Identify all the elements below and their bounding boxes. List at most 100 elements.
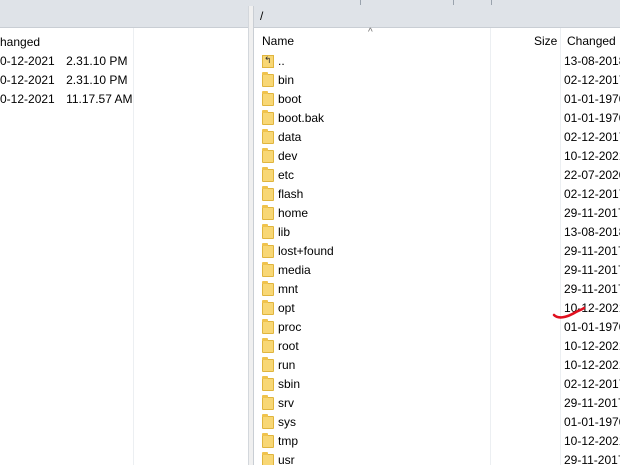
column-name-header[interactable]: Name <box>262 34 294 48</box>
folder-icon <box>262 186 274 201</box>
file-name: data <box>278 130 302 144</box>
file-list-row[interactable]: etc 22-07-2020 <box>254 166 620 185</box>
local-file-row[interactable]: 0-12-2021 11.17.57 AM <box>0 90 133 109</box>
file-list-row[interactable]: srv 29-11-2017 <box>254 394 620 413</box>
file-list-row[interactable]: sbin 02-12-2017 <box>254 375 620 394</box>
file-changed-date: 01-01-1970 <box>564 320 620 334</box>
folder-icon <box>262 91 274 106</box>
file-list-row[interactable]: ↰.. 13-08-2018 <box>254 52 620 71</box>
file-name: lib <box>278 225 291 239</box>
folder-icon <box>262 414 274 429</box>
file-changed-date: 29-11-2017 <box>564 453 620 465</box>
red-checkmark-annotation <box>552 306 586 319</box>
file-name: tmp <box>278 434 299 448</box>
file-changed-date: 02-12-2017 <box>564 377 620 391</box>
file-changed-date: 13-08-2018 <box>564 54 620 68</box>
file-changed-date: 29-11-2017 <box>564 244 620 258</box>
file-list-row[interactable]: run 10-12-2021 <box>254 356 620 375</box>
file-name: home <box>278 206 309 220</box>
file-changed-date: 29-11-2017 <box>564 263 620 277</box>
folder-icon <box>262 319 274 334</box>
folder-icon <box>262 205 274 220</box>
file-list-row[interactable]: sys 01-01-1970 <box>254 413 620 432</box>
file-name: mnt <box>278 282 299 296</box>
folder-icon <box>262 148 274 163</box>
local-row-time: 2.31.10 PM <box>66 73 128 87</box>
local-column-separator <box>133 28 134 465</box>
remote-column-header[interactable]: Name ^ Size Changed <box>254 27 620 52</box>
file-list-row[interactable]: mnt 29-11-2017 <box>254 280 620 299</box>
local-row-date: 0-12-2021 <box>0 73 55 87</box>
file-list-row[interactable]: lib 13-08-2018 <box>254 223 620 242</box>
local-row-time: 2.31.10 PM <box>66 54 128 68</box>
file-list-row[interactable]: dev 10-12-2021 <box>254 147 620 166</box>
file-changed-date: 22-07-2020 <box>564 168 620 182</box>
column-size-header[interactable]: Size <box>534 34 557 48</box>
file-name: sbin <box>278 377 301 391</box>
file-list-row[interactable]: proc 01-01-1970 <box>254 318 620 337</box>
remote-file-panel[interactable]: / Name ^ Size Changed ↰.. 13-08-2018 bin 02… <box>254 6 620 465</box>
file-changed-date: 29-11-2017 <box>564 206 620 220</box>
folder-icon <box>262 262 274 277</box>
file-list-row[interactable]: flash 02-12-2017 <box>254 185 620 204</box>
file-name: boot.bak <box>278 111 325 125</box>
file-name: boot <box>278 92 302 106</box>
toolbar-separator <box>453 0 454 5</box>
file-changed-date: 29-11-2017 <box>564 396 620 410</box>
file-list-row[interactable]: bin 02-12-2017 <box>254 71 620 90</box>
file-list-row[interactable]: usr 29-11-2017 <box>254 451 620 465</box>
remote-path-text: / <box>260 9 264 23</box>
file-changed-date: 01-01-1970 <box>564 92 620 106</box>
folder-icon <box>262 129 274 144</box>
file-name: root <box>278 339 299 353</box>
file-changed-date: 01-01-1970 <box>564 415 620 429</box>
local-path-bar[interactable] <box>0 6 248 28</box>
file-changed-date: 01-01-1970 <box>564 111 620 125</box>
file-changed-date: 10-12-2021 <box>564 149 620 163</box>
folder-icon <box>262 72 274 87</box>
file-list-row[interactable]: tmp 10-12-2021 <box>254 432 620 451</box>
local-row-time: 11.17.57 AM <box>66 92 133 106</box>
folder-icon <box>262 338 274 353</box>
column-changed-header[interactable]: Changed <box>567 34 616 48</box>
file-changed-date: 29-11-2017 <box>564 282 620 296</box>
local-row-date: 0-12-2021 <box>0 92 55 106</box>
folder-icon <box>262 300 274 315</box>
file-list-row[interactable]: root 10-12-2021 <box>254 337 620 356</box>
file-list-row[interactable]: boot.bak 01-01-1970 <box>254 109 620 128</box>
file-list-row[interactable]: data 02-12-2017 <box>254 128 620 147</box>
local-row-date: 0-12-2021 <box>0 54 55 68</box>
file-name: flash <box>278 187 304 201</box>
remote-path-bar[interactable]: / <box>254 6 620 28</box>
folder-icon <box>262 395 274 410</box>
local-file-row[interactable]: 0-12-2021 2.31.10 PM <box>0 52 127 71</box>
folder-icon <box>262 167 274 182</box>
sort-ascending-icon: ^ <box>368 27 373 38</box>
file-list-row[interactable]: media 29-11-2017 <box>254 261 620 280</box>
file-changed-date: 10-12-2021 <box>564 339 620 353</box>
folder-icon <box>262 433 274 448</box>
file-name: lost+found <box>278 244 334 258</box>
local-file-row[interactable]: 0-12-2021 2.31.10 PM <box>0 71 127 90</box>
file-changed-date: 02-12-2017 <box>564 187 620 201</box>
file-name: dev <box>278 149 298 163</box>
folder-icon <box>262 110 274 125</box>
file-list-row[interactable]: lost+found 29-11-2017 <box>254 242 620 261</box>
folder-icon <box>262 281 274 296</box>
file-list-row[interactable]: boot 01-01-1970 <box>254 90 620 109</box>
file-list-row[interactable]: home 29-11-2017 <box>254 204 620 223</box>
file-changed-date: 02-12-2017 <box>564 130 620 144</box>
file-name: media <box>278 263 311 277</box>
local-file-panel[interactable]: hanged 0-12-2021 2.31.10 PM 0-12-2021 2.… <box>0 6 249 465</box>
toolbar-separator <box>360 0 361 5</box>
folder-icon <box>262 357 274 372</box>
parent-directory-icon: ↰ <box>262 55 274 68</box>
file-changed-date: 13-08-2018 <box>564 225 620 239</box>
folder-icon <box>262 243 274 258</box>
file-name: srv <box>278 396 294 410</box>
folder-icon <box>262 452 274 465</box>
file-name: bin <box>278 73 295 87</box>
folder-icon <box>262 224 274 239</box>
local-column-changed-header[interactable]: hanged <box>0 35 40 49</box>
local-column-header[interactable]: hanged <box>0 30 248 52</box>
